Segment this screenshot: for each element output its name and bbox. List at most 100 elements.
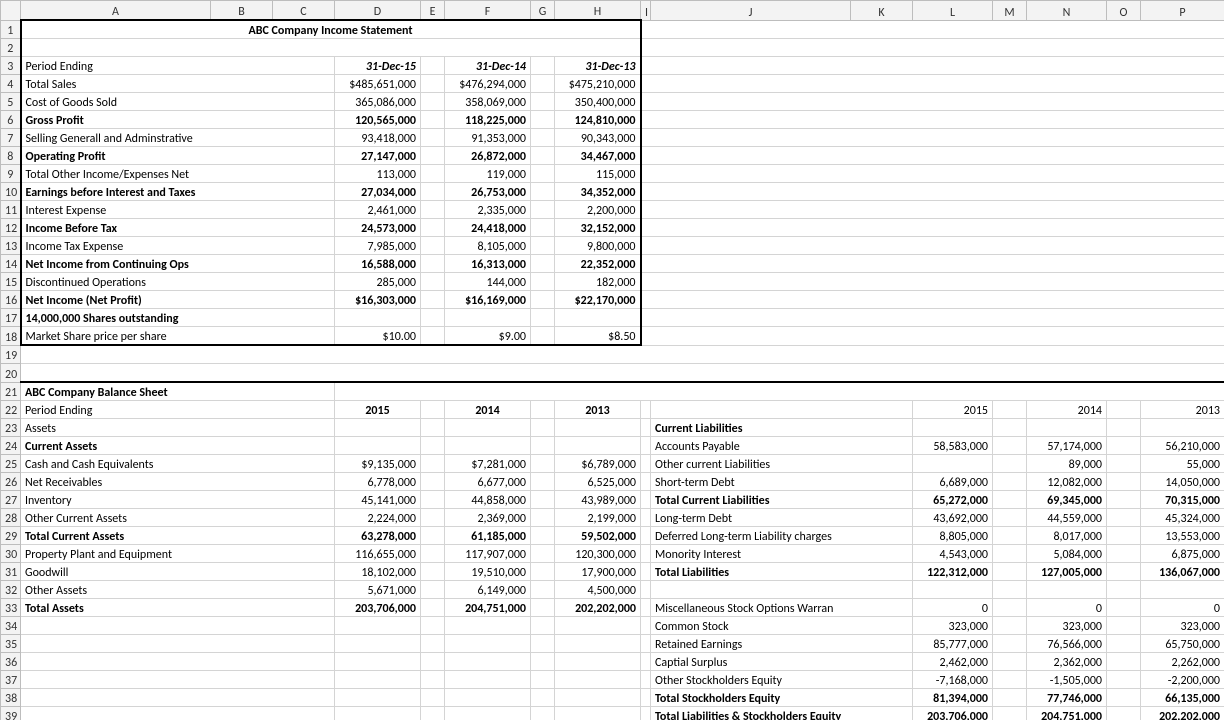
cell[interactable] (993, 419, 1027, 437)
cell[interactable] (421, 129, 445, 147)
cell[interactable]: 16,588,000 (335, 255, 421, 273)
cell[interactable]: Current Assets (21, 437, 335, 455)
row-header[interactable]: 36 (1, 653, 21, 671)
cell[interactable] (421, 491, 445, 509)
cell[interactable] (421, 617, 445, 635)
cell[interactable] (1107, 653, 1141, 671)
col-header[interactable]: P (1141, 1, 1224, 21)
cell[interactable] (531, 219, 555, 237)
cell[interactable] (531, 111, 555, 129)
cell[interactable]: 43,692,000 (913, 509, 993, 527)
cell[interactable] (555, 689, 641, 707)
row-header[interactable]: 27 (1, 491, 21, 509)
cell[interactable] (531, 201, 555, 219)
cell[interactable] (993, 563, 1027, 581)
col-header[interactable] (1, 1, 21, 21)
cell[interactable]: 115,000 (555, 165, 641, 183)
row-header[interactable]: 7 (1, 129, 21, 147)
cell[interactable] (531, 419, 555, 437)
cell[interactable] (1107, 527, 1141, 545)
cell[interactable]: 122,312,000 (913, 563, 993, 581)
cell[interactable]: Goodwill (21, 563, 335, 581)
cell[interactable]: 4,500,000 (555, 581, 641, 599)
row-header[interactable]: 14 (1, 255, 21, 273)
cell[interactable]: 7,985,000 (335, 237, 421, 255)
row-header[interactable]: 6 (1, 111, 21, 129)
cell[interactable]: ABC Company Balance Sheet (21, 382, 335, 401)
cell[interactable]: Inventory (21, 491, 335, 509)
cell[interactable]: Earnings before Interest and Taxes (21, 183, 335, 201)
cell[interactable] (641, 707, 651, 720)
cell[interactable]: 2,224,000 (335, 509, 421, 527)
cell[interactable]: $476,294,000 (445, 75, 531, 93)
cell[interactable]: 18,102,000 (335, 563, 421, 581)
row-header[interactable]: 20 (1, 364, 21, 383)
cell[interactable] (555, 635, 641, 653)
cell[interactable]: 13,553,000 (1141, 527, 1224, 545)
cell[interactable]: 26,753,000 (445, 183, 531, 201)
cell[interactable] (531, 671, 555, 689)
cell[interactable]: Net Receivables (21, 473, 335, 491)
cell[interactable]: $7,281,000 (445, 455, 531, 473)
cell[interactable] (1107, 545, 1141, 563)
cell[interactable]: $16,169,000 (445, 291, 531, 309)
col-header[interactable]: E (421, 1, 445, 21)
cell[interactable]: Total Assets (21, 599, 335, 617)
cell[interactable] (421, 563, 445, 581)
cell[interactable]: Accounts Payable (651, 437, 913, 455)
cell[interactable]: 66,135,000 (1141, 689, 1224, 707)
cell[interactable] (641, 75, 1224, 93)
cell[interactable]: 2,462,000 (913, 653, 993, 671)
cell[interactable]: Total Current Assets (21, 527, 335, 545)
cell[interactable]: 34,352,000 (555, 183, 641, 201)
cell[interactable] (531, 291, 555, 309)
cell[interactable] (651, 581, 913, 599)
cell[interactable] (531, 309, 555, 327)
cell[interactable]: $10.00 (335, 327, 421, 346)
cell[interactable]: Other Current Assets (21, 509, 335, 527)
cell[interactable] (531, 545, 555, 563)
cell[interactable]: 113,000 (335, 165, 421, 183)
cell[interactable] (993, 527, 1027, 545)
cell[interactable] (421, 671, 445, 689)
cell[interactable] (993, 473, 1027, 491)
cell[interactable] (641, 419, 651, 437)
cell[interactable]: 90,343,000 (555, 129, 641, 147)
cell[interactable] (993, 599, 1027, 617)
row-header[interactable]: 34 (1, 617, 21, 635)
cell[interactable] (641, 327, 1224, 346)
cell[interactable] (531, 455, 555, 473)
cell[interactable]: 27,034,000 (335, 183, 421, 201)
cell[interactable]: 6,149,000 (445, 581, 531, 599)
cell[interactable]: 2,199,000 (555, 509, 641, 527)
row-header[interactable]: 21 (1, 382, 21, 401)
cell[interactable]: 2,362,000 (1027, 653, 1107, 671)
row-header[interactable]: 1 (1, 20, 21, 39)
cell[interactable] (531, 93, 555, 111)
cell[interactable]: 65,272,000 (913, 491, 993, 509)
cell[interactable]: 58,583,000 (913, 437, 993, 455)
cell[interactable] (531, 527, 555, 545)
cell[interactable] (445, 437, 531, 455)
cell[interactable] (421, 473, 445, 491)
cell[interactable]: Miscellaneous Stock Options Warran (651, 599, 913, 617)
row-header[interactable]: 9 (1, 165, 21, 183)
col-header[interactable]: D (335, 1, 421, 21)
cell[interactable]: Deferred Long-term Liability charges (651, 527, 913, 545)
cell[interactable] (531, 581, 555, 599)
row-header[interactable]: 12 (1, 219, 21, 237)
cell[interactable] (421, 545, 445, 563)
cell[interactable]: 6,677,000 (445, 473, 531, 491)
col-header[interactable]: L (913, 1, 993, 21)
cell[interactable]: 85,777,000 (913, 635, 993, 653)
cell[interactable]: Cash and Cash Equivalents (21, 455, 335, 473)
row-header[interactable]: 19 (1, 345, 21, 364)
cell[interactable] (531, 75, 555, 93)
cell[interactable]: 0 (1027, 599, 1107, 617)
cell[interactable] (641, 455, 651, 473)
cell[interactable]: 2,335,000 (445, 201, 531, 219)
cell[interactable]: $16,303,000 (335, 291, 421, 309)
cell[interactable] (421, 93, 445, 111)
cell[interactable]: 285,000 (335, 273, 421, 291)
cell[interactable]: 65,750,000 (1141, 635, 1224, 653)
